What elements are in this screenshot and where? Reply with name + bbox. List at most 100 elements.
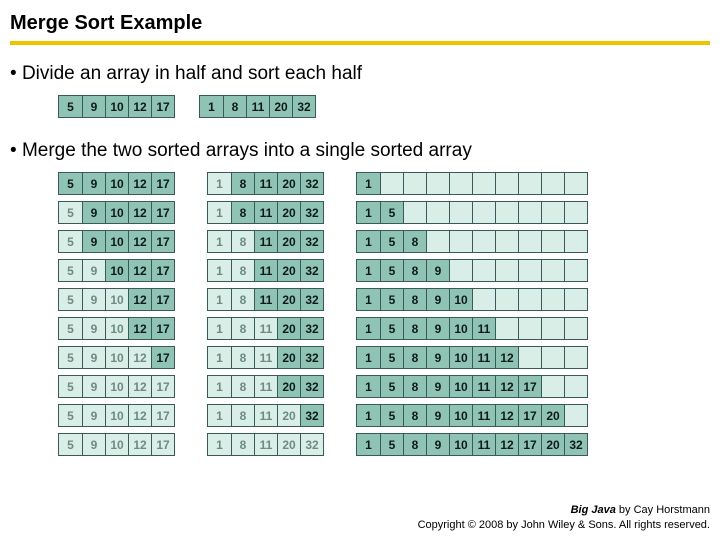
array-cell bbox=[541, 231, 564, 252]
step-left-array: 59101217 bbox=[58, 404, 175, 427]
array-cell: 20 bbox=[277, 289, 300, 310]
array-cell: 1 bbox=[208, 434, 231, 455]
array-cell bbox=[495, 289, 518, 310]
array-cell: 32 bbox=[300, 434, 323, 455]
array-cell: 10 bbox=[105, 231, 128, 252]
array-cell: 5 bbox=[59, 347, 82, 368]
array-cell: 20 bbox=[541, 405, 564, 426]
array-cell: 17 bbox=[151, 260, 174, 281]
array-cell: 5 bbox=[59, 231, 82, 252]
array-cell: 1 bbox=[357, 173, 380, 194]
array-cell: 20 bbox=[277, 376, 300, 397]
array-cell bbox=[518, 231, 541, 252]
array-cell bbox=[472, 289, 495, 310]
array-cell: 5 bbox=[59, 405, 82, 426]
array-cell: 12 bbox=[128, 231, 151, 252]
array-cell: 9 bbox=[82, 173, 105, 194]
footer-line-1: Big Java by Cay Horstmann bbox=[418, 503, 710, 517]
array-cell bbox=[472, 231, 495, 252]
array-cell: 12 bbox=[128, 318, 151, 339]
array-cell: 1 bbox=[208, 260, 231, 281]
array-cell: 11 bbox=[472, 376, 495, 397]
step-left-array: 59101217 bbox=[58, 172, 175, 195]
merge-col-right: 1811203218112032181120321811203218112032… bbox=[207, 172, 324, 456]
array-cell: 8 bbox=[231, 347, 254, 368]
array-cell: 11 bbox=[246, 96, 269, 117]
array-cell bbox=[495, 318, 518, 339]
array-cell: 9 bbox=[82, 347, 105, 368]
array-cell: 17 bbox=[151, 173, 174, 194]
step-left-array: 59101217 bbox=[58, 433, 175, 456]
array-cell: 12 bbox=[495, 434, 518, 455]
array-cell: 12 bbox=[128, 405, 151, 426]
array-cell: 20 bbox=[277, 318, 300, 339]
array-cell: 8 bbox=[231, 405, 254, 426]
array-cell: 17 bbox=[151, 96, 174, 117]
array-cell: 5 bbox=[380, 376, 403, 397]
array-cell: 17 bbox=[151, 289, 174, 310]
array-cell: 32 bbox=[300, 202, 323, 223]
array-cell: 5 bbox=[380, 347, 403, 368]
footer-copyright: Copyright © 2008 by John Wiley & Sons. A… bbox=[418, 518, 710, 532]
array-cell: 11 bbox=[472, 347, 495, 368]
array-cell: 8 bbox=[403, 405, 426, 426]
array-cell bbox=[518, 173, 541, 194]
array-cell: 10 bbox=[105, 318, 128, 339]
array-cell: 8 bbox=[231, 318, 254, 339]
array-cell bbox=[564, 405, 587, 426]
array-cell: 8 bbox=[231, 434, 254, 455]
array-cell: 8 bbox=[231, 231, 254, 252]
array-cell: 32 bbox=[300, 318, 323, 339]
array-cell: 5 bbox=[380, 318, 403, 339]
array-cell bbox=[449, 202, 472, 223]
array-cell bbox=[564, 289, 587, 310]
step-result-array: 15 bbox=[356, 201, 588, 224]
array-cell: 20 bbox=[277, 434, 300, 455]
step-left-array: 59101217 bbox=[58, 375, 175, 398]
array-cell: 10 bbox=[449, 376, 472, 397]
array-cell: 12 bbox=[128, 289, 151, 310]
array-cell: 10 bbox=[105, 202, 128, 223]
array-cell: 32 bbox=[300, 405, 323, 426]
step-right-array: 18112032 bbox=[207, 259, 324, 282]
array-cell: 1 bbox=[357, 405, 380, 426]
array-cell: 9 bbox=[82, 405, 105, 426]
array-cell bbox=[541, 173, 564, 194]
array-cell bbox=[564, 202, 587, 223]
array-cell: 1 bbox=[208, 318, 231, 339]
array-cell bbox=[541, 347, 564, 368]
array-cell bbox=[541, 260, 564, 281]
step-result-array: 15891011121720 bbox=[356, 404, 588, 427]
array-cell: 10 bbox=[449, 434, 472, 455]
array-cell: 20 bbox=[541, 434, 564, 455]
array-cell: 12 bbox=[128, 96, 151, 117]
array-cell: 1 bbox=[200, 96, 223, 117]
array-cell: 5 bbox=[59, 318, 82, 339]
array-cell: 11 bbox=[254, 347, 277, 368]
array-cell: 32 bbox=[564, 434, 587, 455]
array-cell: 1 bbox=[357, 202, 380, 223]
array-cell: 8 bbox=[231, 173, 254, 194]
bullet-divide-text: Divide an array in half and sort each ha… bbox=[22, 63, 362, 84]
step-right-array: 18112032 bbox=[207, 404, 324, 427]
array-cell: 8 bbox=[403, 260, 426, 281]
array-cell bbox=[472, 202, 495, 223]
array-cell bbox=[426, 202, 449, 223]
array-cell: 11 bbox=[472, 434, 495, 455]
array-cell: 17 bbox=[151, 376, 174, 397]
array-cell: 5 bbox=[380, 405, 403, 426]
array-cell bbox=[564, 231, 587, 252]
array-cell bbox=[518, 260, 541, 281]
array-cell: 10 bbox=[105, 434, 128, 455]
array-cell: 9 bbox=[82, 96, 105, 117]
array-cell: 8 bbox=[231, 289, 254, 310]
array-cell: 9 bbox=[82, 376, 105, 397]
array-cell: 5 bbox=[59, 202, 82, 223]
array-cell bbox=[541, 376, 564, 397]
array-cell bbox=[403, 173, 426, 194]
array-cell: 9 bbox=[82, 318, 105, 339]
step-right-array: 18112032 bbox=[207, 375, 324, 398]
array-cell: 17 bbox=[151, 405, 174, 426]
array-cell: 11 bbox=[472, 405, 495, 426]
array-cell: 9 bbox=[426, 318, 449, 339]
